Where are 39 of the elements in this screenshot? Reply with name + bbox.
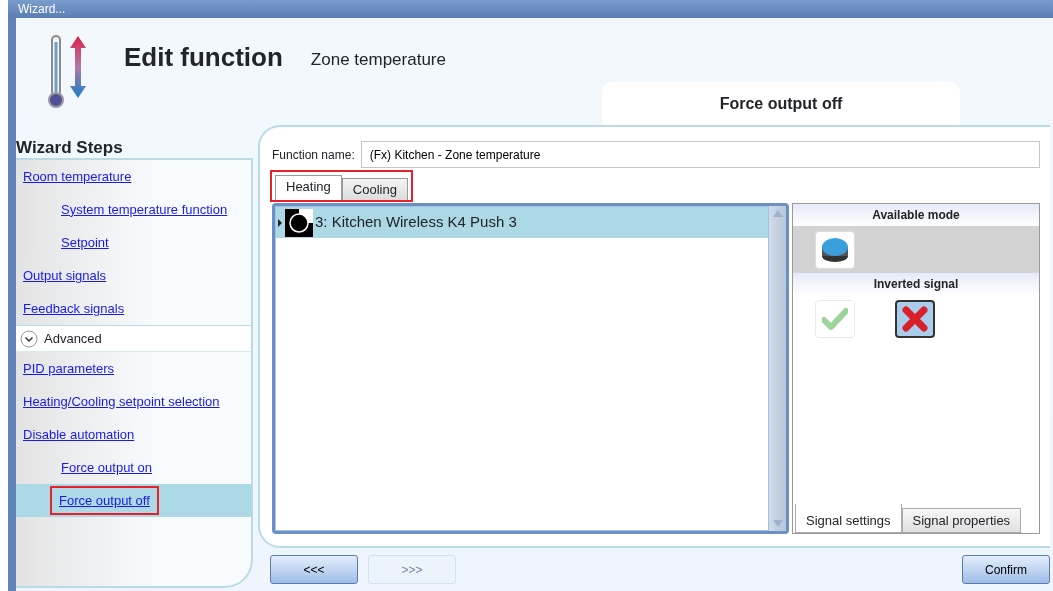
- signal-name: 3: Kitchen Wireless K4 Push 3: [315, 212, 517, 233]
- tab[interactable]: Signal settings: [795, 504, 902, 533]
- page-subtitle: Zone temperature: [310, 51, 446, 71]
- step-link[interactable]: Feedback signals: [23, 298, 125, 319]
- step-title: Force output off: [602, 82, 960, 125]
- step-link[interactable]: Force output on: [61, 457, 153, 478]
- option-button[interactable]: [895, 299, 935, 338]
- checkmark-icon: [822, 306, 848, 331]
- tab[interactable]: Cooling: [341, 178, 408, 200]
- scroll-down-icon: [772, 520, 783, 527]
- step-link[interactable]: Force output off: [52, 487, 157, 514]
- section-heading: Available mode: [793, 204, 1039, 226]
- function-name-field[interactable]: (Fx) Kitchen - Zone temperature: [360, 141, 1040, 168]
- back-button[interactable]: <<<: [270, 555, 358, 584]
- window-title: Wizard...: [8, 0, 1053, 18]
- step-link[interactable]: PID parameters: [23, 358, 115, 379]
- step-link[interactable]: Disable automation: [23, 424, 135, 445]
- tab[interactable]: Heating: [275, 175, 342, 200]
- sidebar-heading: Wizard Steps: [16, 137, 124, 157]
- step-link[interactable]: Room temperature: [23, 166, 132, 187]
- push-button-icon: [820, 235, 850, 264]
- step-link[interactable]: Heating/Cooling setpoint selection: [23, 391, 220, 412]
- push-button-symbol-icon: [285, 208, 313, 237]
- section-label: Advanced: [44, 329, 102, 348]
- cross-icon: [902, 305, 928, 332]
- tab[interactable]: Signal properties: [901, 508, 1022, 533]
- step-link[interactable]: System temperature function: [61, 199, 228, 220]
- expand-arrow-icon: [278, 218, 283, 227]
- section-heading: Inverted signal: [793, 273, 1039, 295]
- confirm-button[interactable]: Confirm: [962, 555, 1050, 584]
- list-item[interactable]: 3: Kitchen Wireless K4 Push 3: [276, 207, 768, 238]
- chevron-icon[interactable]: [20, 329, 38, 348]
- step-link[interactable]: Setpoint: [61, 232, 109, 253]
- page-title: Edit function: [124, 44, 283, 74]
- scrollbar[interactable]: [769, 206, 786, 531]
- field-label: Function name:: [272, 146, 355, 164]
- thermometer-arrows-icon: [48, 34, 88, 109]
- scroll-up-icon: [772, 210, 783, 217]
- step-link[interactable]: Output signals: [23, 265, 107, 286]
